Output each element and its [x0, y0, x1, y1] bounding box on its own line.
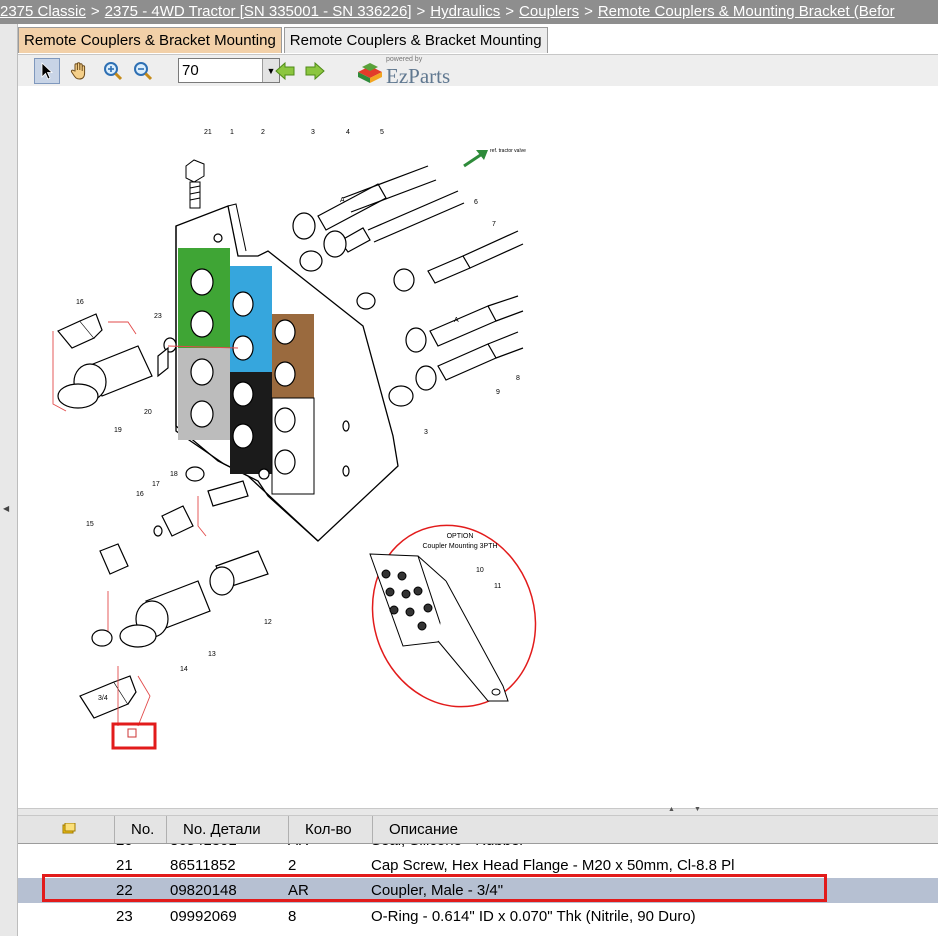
callout-19[interactable]: 19	[114, 427, 122, 434]
row-part-number: 09992069	[170, 908, 237, 925]
callout-16b[interactable]: 16	[136, 491, 144, 498]
splitter-up-icon[interactable]: ▲	[668, 806, 675, 813]
breadcrumb-separator: >	[416, 3, 426, 20]
row-part-number: 86541301	[170, 844, 237, 853]
zoom-level-input[interactable]	[179, 59, 265, 82]
breadcrumb-item-hydraulics[interactable]: Hydraulics	[430, 3, 500, 20]
row-no: 20	[116, 844, 133, 853]
arrow-note: ref. tractor valve	[490, 148, 526, 154]
callout-6[interactable]: 6	[474, 199, 478, 206]
zoom-in-icon	[104, 62, 123, 81]
header-icon-column[interactable]	[18, 816, 114, 843]
select-tool-button[interactable]	[34, 58, 60, 84]
next-button[interactable]	[302, 58, 328, 84]
zoom-level-select[interactable]: ▼	[178, 58, 280, 83]
table-row[interactable]: 23 09992069 8 O-Ring - 0.614" ID x 0.070…	[18, 904, 938, 929]
callout-7[interactable]: 7	[492, 221, 496, 228]
callout-10[interactable]: 10	[476, 567, 484, 574]
callout-15[interactable]: 15	[86, 521, 94, 528]
zoom-in-button[interactable]	[100, 58, 126, 84]
zoom-out-button[interactable]	[130, 58, 156, 84]
callout-13[interactable]: 13	[208, 651, 216, 658]
breadcrumb-separator: >	[90, 3, 100, 20]
parts-table-header: No. No. Детали Кол-во Описание	[18, 816, 938, 844]
label-a2: A	[454, 317, 459, 324]
row-description: O-Ring - 0.614" ID x 0.070" Thk (Nitrile…	[371, 908, 696, 925]
breadcrumb-item-model[interactable]: 2375 Classic	[0, 3, 86, 20]
breadcrumb-item-tractor[interactable]: 2375 - 4WD Tractor [SN 335001 - SN 33622…	[105, 3, 412, 20]
row-description: Seal, Silicone - Rubber	[371, 844, 524, 853]
row-no: 23	[116, 908, 133, 925]
label-a: A	[340, 197, 345, 204]
callout-16[interactable]: 16	[76, 299, 84, 306]
previous-button[interactable]	[272, 58, 298, 84]
part-21-bolt[interactable]	[185, 159, 205, 209]
ezparts-logo-icon	[358, 63, 382, 83]
callout-9[interactable]: 9	[496, 389, 500, 396]
splitter-down-icon[interactable]: ▼	[694, 806, 701, 813]
callout-3[interactable]: 3	[311, 129, 315, 136]
viewer-toolbar: ▼ powered by EzParts	[18, 54, 938, 88]
header-no[interactable]: No.	[114, 816, 166, 843]
zoom-out-icon	[134, 62, 153, 81]
left-collapse-bar[interactable]: ◀	[0, 24, 18, 936]
breadcrumb-separator: >	[584, 3, 593, 20]
pan-tool-button[interactable]	[66, 58, 92, 84]
hand-icon	[70, 62, 86, 80]
table-row[interactable]: 20 86541301 AR Seal, Silicone - Rubber	[18, 844, 938, 853]
callout-20[interactable]: 20	[144, 409, 152, 416]
pointer-icon	[41, 62, 54, 80]
header-quantity[interactable]: Кол-во	[288, 816, 372, 843]
plug-label: 3/4	[98, 695, 108, 702]
selected-row-highlight	[42, 874, 827, 902]
powered-by-label: powered by	[386, 56, 423, 63]
callout-8[interactable]: 8	[516, 375, 520, 382]
row-quantity: 8	[288, 908, 297, 925]
panel-splitter[interactable]: ▲ ▼	[18, 806, 938, 816]
callout-3b[interactable]: 3	[424, 429, 428, 436]
callout-2[interactable]: 2	[261, 129, 265, 136]
header-part-number[interactable]: No. Детали	[166, 816, 288, 843]
callout-18[interactable]: 18	[170, 471, 178, 478]
callout-14[interactable]: 14	[180, 666, 188, 673]
parts-drawing-area[interactable]: ref. tractor valve 3/4 OPTION Coupler Mo…	[18, 86, 938, 808]
option-subtitle: Coupler Mounting 3PTH	[422, 543, 497, 550]
callout-21[interactable]: 21	[204, 129, 212, 136]
arrow-right-icon	[305, 61, 325, 81]
breadcrumb-item-couplers[interactable]: Couplers	[519, 3, 579, 20]
breadcrumb-item-current[interactable]: Remote Couplers & Mounting Bracket (Befo…	[598, 3, 895, 20]
breadcrumb: 2375 Classic >2375 - 4WD Tractor [SN 3350…	[0, 0, 938, 24]
breadcrumb-separator: >	[505, 3, 515, 20]
exploded-parts-diagram[interactable]: ref. tractor valve 3/4 OPTION Coupler Mo…	[18, 86, 938, 808]
callout-23[interactable]: 23	[154, 313, 162, 320]
collapse-arrow-icon[interactable]: ◀	[3, 504, 9, 513]
option-title: OPTION	[447, 533, 474, 540]
ezparts-logo: powered by EzParts	[356, 56, 450, 88]
callout-17[interactable]: 17	[152, 481, 160, 488]
row-quantity: AR	[288, 844, 309, 853]
tab-bar: Remote Couplers & Bracket Mounting Remot…	[18, 27, 550, 54]
tab-remote-couplers-2[interactable]: Remote Couplers & Bracket Mounting	[283, 27, 548, 53]
arrow-left-icon	[275, 61, 295, 81]
part-22-marker[interactable]	[127, 728, 137, 738]
callout-11[interactable]: 11	[494, 583, 501, 590]
callout-4[interactable]: 4	[346, 129, 350, 136]
list-icon	[62, 823, 76, 834]
tab-remote-couplers-1[interactable]: Remote Couplers & Bracket Mounting	[18, 27, 282, 53]
callout-1[interactable]: 1	[230, 129, 234, 136]
callout-5[interactable]: 5	[380, 129, 384, 136]
header-description[interactable]: Описание	[372, 816, 938, 843]
callout-12[interactable]: 12	[264, 619, 272, 626]
